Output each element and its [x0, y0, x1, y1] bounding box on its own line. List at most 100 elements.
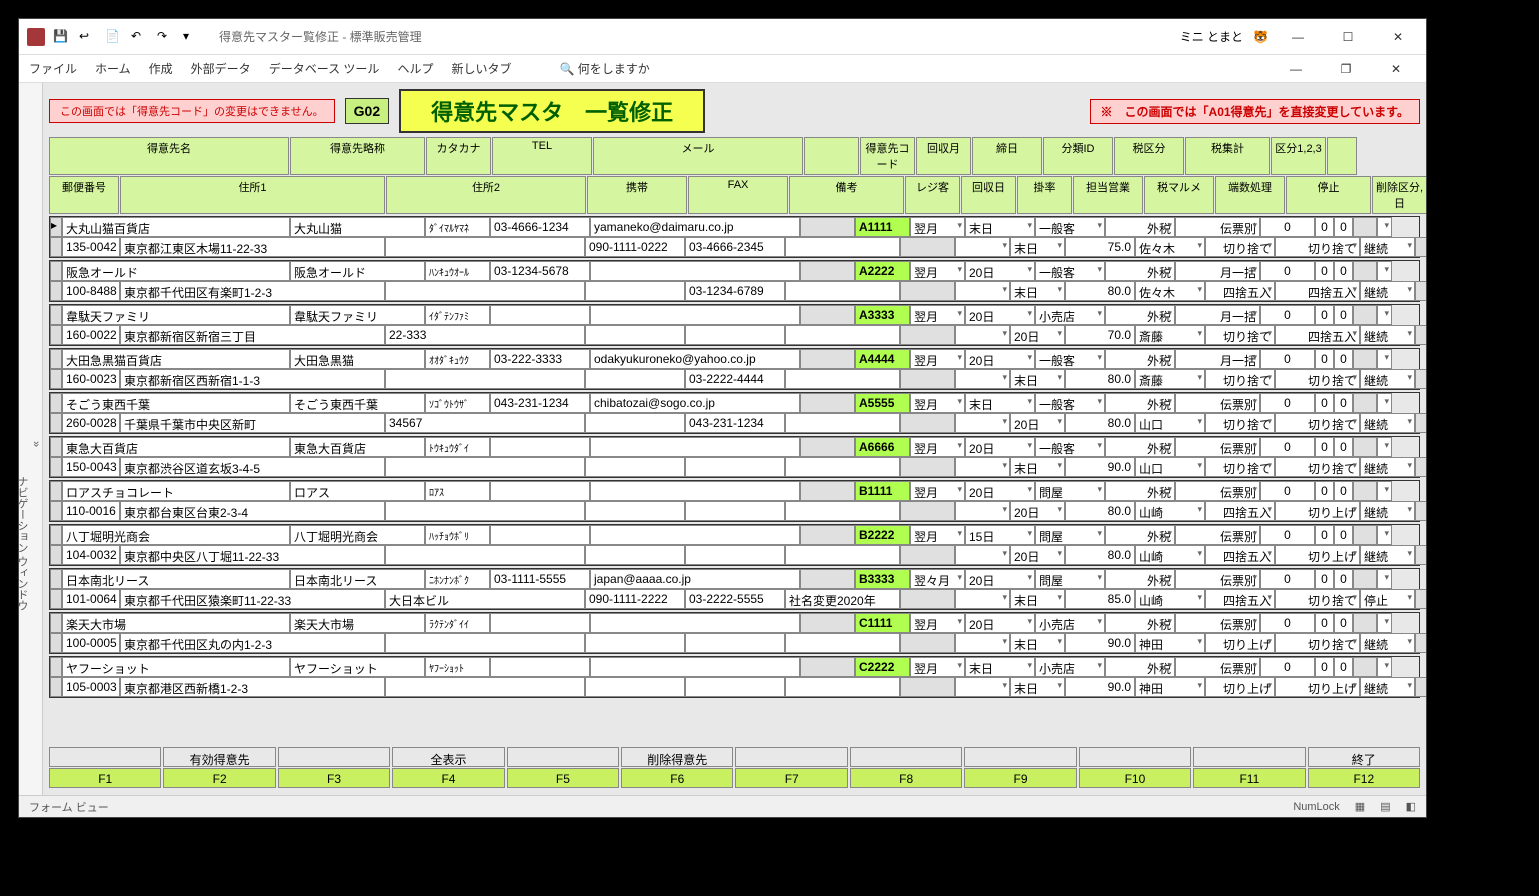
staff-select[interactable]: 斎藤 — [1135, 325, 1205, 345]
record-selector[interactable] — [50, 437, 62, 457]
zip-field[interactable]: 160-0022 — [62, 325, 120, 345]
staff-select[interactable]: 神田 — [1135, 677, 1205, 697]
kana-field[interactable]: ﾊﾝｷｭｳｵｰﾙ — [425, 261, 490, 281]
name-field[interactable]: ロアスチョコレート — [62, 481, 290, 501]
class-select[interactable]: 問屋 — [1035, 481, 1105, 501]
zip-field[interactable]: 100-8488 — [62, 281, 120, 301]
class-select[interactable]: 小売店 — [1035, 613, 1105, 633]
code-field[interactable]: A6666 — [855, 437, 910, 457]
round-select[interactable]: 四捨五入 — [1205, 281, 1275, 301]
mobile-field[interactable] — [585, 633, 685, 653]
collect-day-select[interactable]: 20日 — [1010, 545, 1065, 565]
round-select[interactable]: 切り上げ — [1205, 633, 1275, 653]
code-field[interactable]: A3333 — [855, 305, 910, 325]
zip-field[interactable]: 260-0028 — [62, 413, 120, 433]
agg-select[interactable]: 伝票別 — [1175, 437, 1260, 457]
mdi-close-button[interactable]: ✕ — [1376, 54, 1416, 84]
staff-select[interactable]: 佐々木 — [1135, 237, 1205, 257]
code-field[interactable]: A1111 — [855, 217, 910, 237]
addr2-field[interactable]: 大日本ビル — [385, 589, 585, 609]
code-field[interactable]: B1111 — [855, 481, 910, 501]
kana-field[interactable]: ﾆﾎﾝﾅﾝﾎﾞｸ — [425, 569, 490, 589]
zip-field[interactable]: 105-0003 — [62, 677, 120, 697]
class-select[interactable]: 小売店 — [1035, 305, 1105, 325]
class-select[interactable]: 一般客 — [1035, 393, 1105, 413]
rate-field[interactable]: 80.0 — [1065, 413, 1135, 433]
addr2-field[interactable] — [385, 457, 585, 477]
register-select[interactable] — [955, 677, 1010, 697]
redo-icon[interactable]: ↷ — [157, 29, 173, 45]
frac-select[interactable]: 切り上げ — [1275, 545, 1360, 565]
record-selector[interactable] — [50, 525, 62, 545]
month-select[interactable]: 翌々月 — [910, 569, 965, 589]
tax-select[interactable]: 外税 — [1105, 525, 1175, 545]
fkey-label-button[interactable]: 終了 — [1308, 747, 1420, 767]
kana-field[interactable]: ﾄｳｷｭｳﾀﾞｲ — [425, 437, 490, 457]
maximize-button[interactable]: ☐ — [1328, 22, 1368, 52]
fax-field[interactable]: 03-2222-5555 — [685, 589, 785, 609]
record-selector[interactable] — [50, 569, 62, 589]
mobile-field[interactable] — [585, 501, 685, 521]
record-selector[interactable] — [50, 393, 62, 413]
abbr-field[interactable]: ヤフーショット — [290, 657, 425, 677]
frac-select[interactable]: 四捨五入 — [1275, 325, 1360, 345]
mail-field[interactable] — [590, 481, 800, 501]
memo-field[interactable] — [785, 677, 900, 697]
staff-select[interactable]: 神田 — [1135, 633, 1205, 653]
closing-select[interactable]: 20日 — [965, 613, 1035, 633]
mail-field[interactable] — [590, 613, 800, 633]
agg-select[interactable]: 伝票別 — [1175, 613, 1260, 633]
abbr-field[interactable]: ロアス — [290, 481, 425, 501]
tax-select[interactable]: 外税 — [1105, 349, 1175, 369]
k1-field[interactable]: 0 — [1260, 437, 1315, 457]
rate-field[interactable]: 80.0 — [1065, 501, 1135, 521]
rate-field[interactable]: 90.0 — [1065, 677, 1135, 697]
fax-field[interactable] — [685, 545, 785, 565]
fkey-button[interactable]: F9 — [964, 768, 1076, 788]
zip-field[interactable]: 160-0023 — [62, 369, 120, 389]
tax-select[interactable]: 外税 — [1105, 217, 1175, 237]
staff-select[interactable]: 斎藤 — [1135, 369, 1205, 389]
mail-field[interactable]: odakyukuroneko@yahoo.co.jp — [590, 349, 800, 369]
tel-field[interactable] — [490, 305, 590, 325]
stop-select[interactable]: 継続 — [1360, 413, 1415, 433]
closing-select[interactable]: 20日 — [965, 349, 1035, 369]
abbr-field[interactable]: 東急大百貨店 — [290, 437, 425, 457]
memo-field[interactable] — [785, 237, 900, 257]
addr1-field[interactable]: 東京都千代田区猿楽町11-22-33 — [120, 589, 385, 609]
rate-field[interactable]: 90.0 — [1065, 633, 1135, 653]
collect-day-select[interactable]: 末日 — [1010, 369, 1065, 389]
memo-field[interactable]: 社名変更2020年 — [785, 589, 900, 609]
round-select[interactable]: 四捨五入 — [1205, 545, 1275, 565]
staff-select[interactable]: 山崎 — [1135, 501, 1205, 521]
memo-field[interactable] — [785, 325, 900, 345]
k2-field[interactable]: 0 — [1315, 305, 1334, 325]
code-field[interactable]: C1111 — [855, 613, 910, 633]
collect-day-select[interactable]: 末日 — [1010, 457, 1065, 477]
record-selector[interactable] — [50, 305, 62, 325]
k3-field[interactable]: 0 — [1334, 525, 1353, 545]
view-datasheet-icon[interactable]: ▤ — [1380, 800, 1390, 813]
k3-field[interactable]: 0 — [1334, 305, 1353, 325]
stop-select[interactable]: 継続 — [1360, 281, 1415, 301]
mail-field[interactable]: japan@aaaa.co.jp — [590, 569, 800, 589]
mobile-field[interactable] — [585, 413, 685, 433]
fkey-label-button[interactable]: 全表示 — [392, 747, 504, 767]
minimize-button[interactable]: — — [1278, 22, 1318, 52]
tax-select[interactable]: 外税 — [1105, 613, 1175, 633]
stop-select[interactable]: 継続 — [1360, 369, 1415, 389]
navigation-pane[interactable]: » ナビゲーション ウィンドウ — [19, 83, 43, 795]
kana-field[interactable]: ﾛｱｽ — [425, 481, 490, 501]
agg-select[interactable]: 伝票別 — [1175, 525, 1260, 545]
fkey-button[interactable]: F11 — [1193, 768, 1305, 788]
class-select[interactable]: 一般客 — [1035, 349, 1105, 369]
addr1-field[interactable]: 東京都千代田区丸の内1-2-3 — [120, 633, 385, 653]
tel-field[interactable]: 043-231-1234 — [490, 393, 590, 413]
closing-select[interactable]: 末日 — [965, 217, 1035, 237]
name-field[interactable]: 韋駄天ファミリ — [62, 305, 290, 325]
rate-field[interactable]: 85.0 — [1065, 589, 1135, 609]
class-select[interactable]: 一般客 — [1035, 437, 1105, 457]
rate-field[interactable]: 80.0 — [1065, 545, 1135, 565]
fkey-label-button[interactable]: 有効得意先 — [163, 747, 275, 767]
staff-select[interactable]: 佐々木 — [1135, 281, 1205, 301]
